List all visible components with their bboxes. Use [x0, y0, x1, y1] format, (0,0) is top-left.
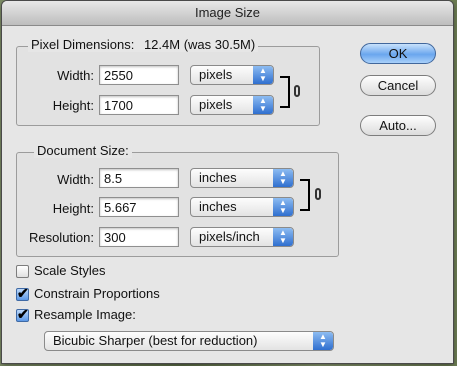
pixel-height-label: Height:: [52, 98, 94, 113]
pixel-height-field[interactable]: 1700: [99, 95, 179, 115]
pixel-width-unit-select[interactable]: pixels ▲ ▼: [190, 65, 274, 85]
checkmark-icon: ✔: [17, 306, 29, 322]
auto-button[interactable]: Auto...: [360, 115, 436, 136]
pixel-width-field[interactable]: 2550: [99, 65, 179, 85]
pixel-dimensions-size: 12.4M (was 30.5M): [143, 37, 256, 52]
cancel-button[interactable]: Cancel: [360, 75, 436, 96]
doc-height-field[interactable]: 5.667: [99, 197, 179, 217]
constrain-proportions-label: Constrain Proportions: [34, 286, 160, 301]
updown-arrows-icon: ▲ ▼: [253, 96, 273, 114]
image-size-dialog: Image Size Pixel Dimensions: 12.4M (was …: [2, 1, 453, 363]
chain-link-icon: [294, 85, 300, 97]
updown-arrows-icon: ▲ ▼: [273, 198, 293, 216]
doc-link-bracket: [300, 179, 310, 211]
resample-method-value: Bicubic Sharper (best for reduction): [53, 333, 258, 348]
doc-height-label: Height:: [52, 201, 94, 216]
document-size-legend: Document Size:: [34, 143, 132, 158]
pixel-width-label: Width:: [57, 68, 94, 83]
updown-arrows-icon: ▲ ▼: [273, 169, 293, 187]
pixel-height-unit-select[interactable]: pixels ▲ ▼: [190, 95, 274, 115]
updown-arrows-icon: ▲ ▼: [273, 228, 293, 246]
resample-method-select[interactable]: Bicubic Sharper (best for reduction) ▲ ▼: [44, 331, 334, 351]
resolution-unit-select[interactable]: pixels/inch ▲ ▼: [190, 227, 294, 247]
updown-arrows-icon: ▲ ▼: [253, 66, 273, 84]
resample-image-checkbox[interactable]: ✔: [16, 306, 29, 322]
pixel-width-unit: pixels: [199, 67, 233, 82]
doc-width-label: Width:: [57, 172, 94, 187]
resolution-field[interactable]: 300: [99, 227, 179, 247]
constrain-proportions-checkbox[interactable]: ✔: [16, 285, 29, 301]
doc-width-unit-select[interactable]: inches ▲ ▼: [190, 168, 294, 188]
resample-image-label: Resample Image:: [34, 307, 136, 322]
pixel-dimensions-label: Pixel Dimensions:: [31, 37, 135, 52]
pixel-height-unit: pixels: [199, 97, 233, 112]
pixel-dimensions-legend: Pixel Dimensions: 12.4M (was 30.5M): [28, 37, 259, 52]
doc-height-unit: inches: [199, 199, 237, 214]
doc-width-unit: inches: [199, 170, 237, 185]
pixel-link-bracket: [280, 76, 290, 108]
doc-height-unit-select[interactable]: inches ▲ ▼: [190, 197, 294, 217]
resolution-unit: pixels/inch: [199, 229, 260, 244]
resolution-label: Resolution:: [28, 230, 94, 245]
scale-styles-label: Scale Styles: [34, 263, 106, 278]
scale-styles-checkbox[interactable]: [16, 265, 29, 278]
dialog-title: Image Size: [2, 1, 453, 26]
checkmark-icon: ✔: [17, 285, 29, 301]
ok-button[interactable]: OK: [360, 43, 436, 64]
chain-link-icon: [315, 188, 321, 200]
doc-width-field[interactable]: 8.5: [99, 168, 179, 188]
updown-arrows-icon: ▲ ▼: [313, 332, 333, 350]
